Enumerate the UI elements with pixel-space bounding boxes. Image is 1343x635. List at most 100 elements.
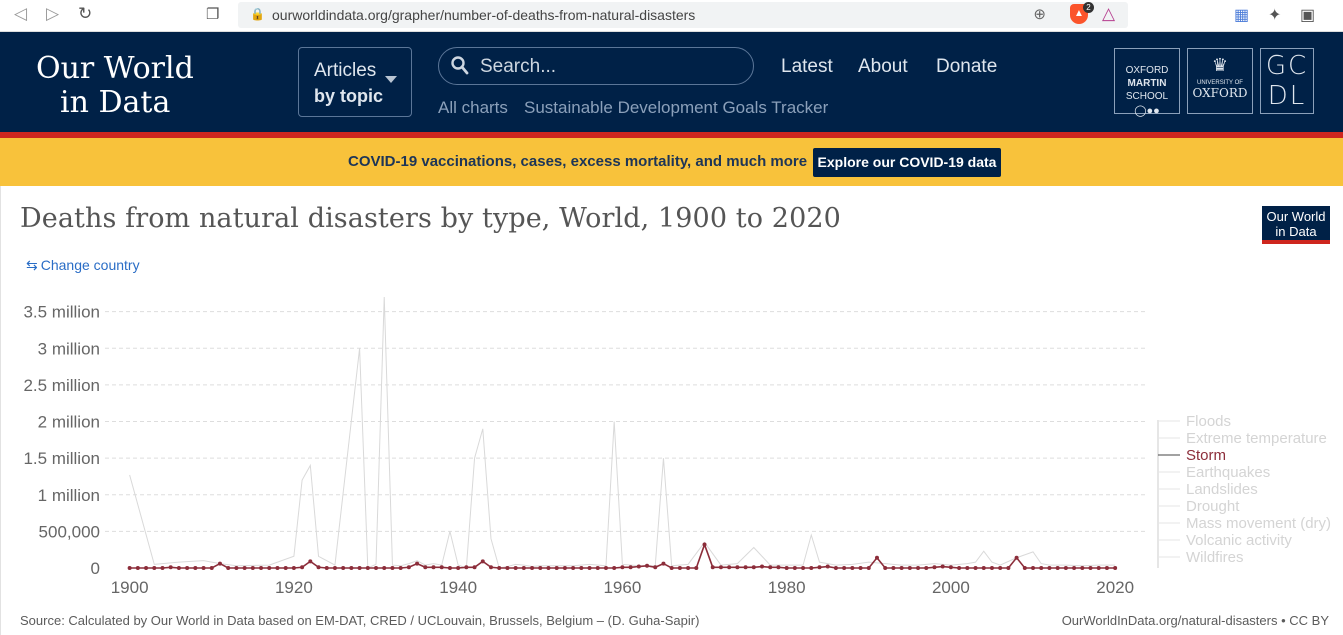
- storm-data-point: [308, 559, 313, 564]
- storm-data-point: [201, 566, 206, 570]
- site-logo[interactable]: Our World in Data: [36, 52, 194, 120]
- site-header: Our World in Data Articles by topic Sear…: [0, 32, 1343, 132]
- url-text[interactable]: ourworldindata.org/grapher/number-of-dea…: [272, 7, 695, 23]
- storm-data-point: [620, 565, 625, 570]
- storm-data-point: [612, 566, 617, 570]
- om-line-2: MARTIN: [1127, 78, 1167, 89]
- storm-data-point: [636, 564, 641, 569]
- brave-rewards-icon[interactable]: △: [1102, 4, 1115, 24]
- storm-data-point: [792, 566, 797, 570]
- storm-data-point: [300, 565, 305, 570]
- storm-data-point: [924, 566, 929, 570]
- storm-data-point: [365, 566, 370, 570]
- storm-data-point: [1080, 566, 1085, 570]
- storm-data-point: [579, 566, 584, 570]
- storm-data-point: [357, 566, 362, 570]
- nav-latest[interactable]: Latest: [781, 56, 833, 78]
- articles-by-topic-button[interactable]: Articles by topic: [298, 47, 412, 117]
- storm-data-point: [160, 566, 165, 570]
- x-tick-label: 2020: [1096, 578, 1134, 597]
- storm-data-point: [784, 566, 789, 570]
- storm-data-point: [998, 566, 1003, 570]
- gcdl-logo[interactable]: GC DL: [1260, 48, 1314, 114]
- storm-data-point: [226, 566, 231, 570]
- back-icon[interactable]: ◁: [14, 4, 27, 24]
- storm-data-point: [382, 566, 387, 570]
- translate-icon[interactable]: ▦: [1234, 5, 1249, 25]
- legend-item: Mass movement (dry): [1186, 515, 1331, 532]
- storm-data-point: [710, 565, 715, 570]
- storm-data-point: [760, 564, 765, 569]
- storm-data-point: [940, 564, 945, 569]
- storm-data-point: [1022, 566, 1027, 570]
- search-placeholder: Search...: [480, 56, 557, 77]
- storm-data-point: [891, 566, 896, 570]
- storm-data-point: [406, 565, 411, 570]
- oxford-crest-icon: ♛: [1211, 55, 1229, 75]
- storm-data-point: [472, 565, 477, 570]
- storm-data-point: [152, 566, 157, 570]
- storm-data-point: [981, 566, 986, 570]
- storm-data-point: [907, 566, 912, 570]
- extensions-icon[interactable]: ✦: [1268, 5, 1281, 25]
- storm-data-point: [768, 565, 773, 570]
- storm-data-point: [801, 566, 806, 570]
- chart-license[interactable]: OurWorldInData.org/natural-disasters • C…: [1062, 613, 1329, 628]
- legend-item: Floods: [1186, 413, 1231, 430]
- nav-sdg-tracker[interactable]: Sustainable Development Goals Tracker: [524, 98, 828, 118]
- nav-all-charts[interactable]: All charts: [438, 98, 508, 118]
- storm-data-point: [259, 566, 264, 570]
- storm-data-point: [1047, 566, 1052, 570]
- storm-data-point: [324, 566, 329, 570]
- om-circles-icon: ◯●●: [1134, 105, 1160, 117]
- storm-data-point: [1096, 566, 1101, 570]
- uo-line-2: OXFORD: [1192, 86, 1248, 100]
- storm-data-point: [423, 565, 428, 570]
- university-of-oxford-logo[interactable]: ♛ UNIVERSITY OF OXFORD: [1187, 48, 1253, 114]
- storm-data-point: [669, 566, 674, 570]
- storm-data-point: [661, 561, 666, 566]
- storm-data-point: [702, 542, 707, 547]
- storm-data-point: [595, 566, 600, 570]
- bookmark-icon[interactable]: ❐: [206, 5, 219, 23]
- address-bar[interactable]: 🔒 ourworldindata.org/grapher/number-of-d…: [238, 2, 1128, 28]
- storm-data-point: [538, 566, 543, 570]
- reload-icon[interactable]: ↻: [78, 4, 92, 24]
- storm-data-point: [718, 565, 723, 570]
- x-tick-label: 1960: [603, 578, 641, 597]
- storm-data-point: [603, 566, 608, 570]
- storm-data-point: [587, 566, 592, 570]
- caret-down-icon: [385, 76, 397, 83]
- storm-data-point: [1055, 566, 1060, 570]
- storm-data-point: [242, 566, 247, 570]
- zoom-icon[interactable]: ⊕: [1033, 5, 1046, 23]
- lock-icon: 🔒: [250, 7, 265, 21]
- wallet-icon[interactable]: ▣: [1300, 5, 1315, 25]
- chart-plot: 0 500,000 1 million 1.5 million 2 million 2.5…: [23, 296, 1331, 597]
- oxford-martin-logo[interactable]: OXFORD MARTIN SCHOOL ◯●●: [1114, 48, 1180, 117]
- nav-donate[interactable]: Donate: [936, 56, 997, 78]
- storm-data-point: [456, 566, 461, 570]
- explore-covid-button[interactable]: Explore our COVID-19 data: [813, 148, 1001, 177]
- storm-data-point: [899, 566, 904, 570]
- nav-about[interactable]: About: [858, 56, 908, 78]
- storm-data-point: [677, 566, 682, 570]
- search-input[interactable]: Search...: [438, 47, 754, 85]
- storm-data-point: [431, 565, 436, 570]
- chart-source: Source: Calculated by Our World in Data …: [20, 613, 700, 628]
- forward-icon[interactable]: ▷: [46, 4, 59, 24]
- chart-container: Deaths from natural disasters by type, W…: [0, 186, 1343, 635]
- storm-data-point: [291, 566, 296, 570]
- logo-line-2: in Data: [60, 85, 171, 120]
- storm-data-point: [858, 566, 863, 570]
- storm-data-point: [217, 561, 222, 566]
- storm-data-point: [809, 566, 814, 570]
- storm-data-point: [883, 566, 888, 570]
- x-tick-label: 1900: [111, 578, 149, 597]
- gcdl-line-2: DL: [1267, 81, 1307, 111]
- storm-data-point: [513, 566, 518, 570]
- storm-data-point: [176, 566, 181, 570]
- legend-item: Volcanic activity: [1186, 532, 1292, 549]
- storm-data-point: [653, 565, 658, 570]
- storm-data-point: [1031, 566, 1036, 570]
